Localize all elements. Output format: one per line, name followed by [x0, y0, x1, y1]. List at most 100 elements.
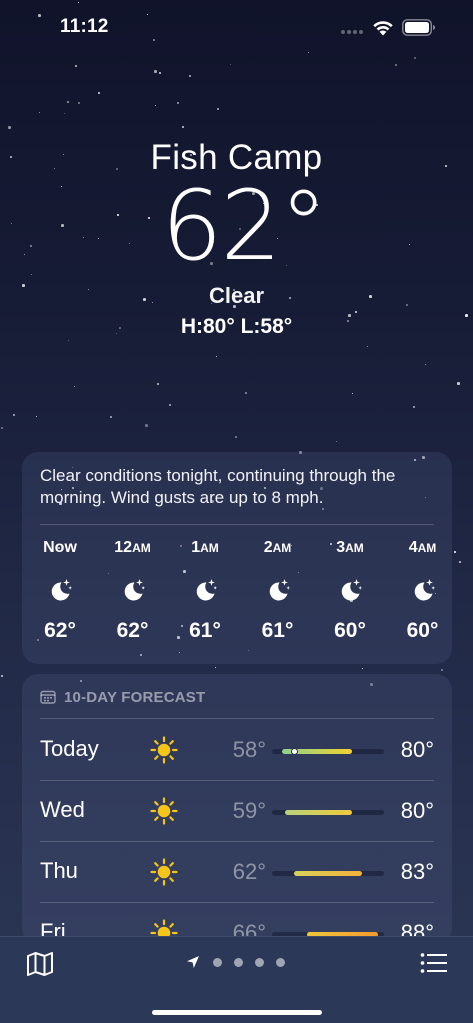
star [216, 356, 218, 358]
day-high-temperature: 80° [400, 737, 434, 762]
star [169, 404, 171, 406]
star [215, 667, 217, 669]
day-high-temperature: 83° [400, 859, 434, 884]
page-dot[interactable] [276, 957, 285, 967]
cellular-signal-icon [341, 30, 367, 36]
hour-label: 1AM [175, 539, 235, 557]
day-row[interactable]: Wed 59° 80° [22, 780, 452, 841]
hour-label: 4AM [393, 539, 453, 557]
star [36, 416, 38, 418]
hour-time: 1 [191, 539, 201, 556]
star [425, 364, 427, 366]
home-indicator[interactable] [152, 1010, 322, 1015]
star [230, 64, 232, 66]
high-low-temperature: H:80° L:58° [180, 315, 293, 338]
star [1, 675, 3, 677]
temperature-range-bar [272, 871, 384, 876]
star [182, 126, 184, 128]
hour-suffix: AM [132, 541, 151, 555]
day-row[interactable]: Today 58° 80° [22, 719, 452, 780]
hour-label: 12AM [103, 539, 163, 557]
star [39, 112, 41, 114]
map-icon[interactable] [26, 951, 54, 977]
star [367, 346, 369, 348]
hourly-forecast-card[interactable]: Clear conditions tonight, continuing thr… [22, 452, 452, 664]
day-row[interactable]: Thu 62° 83° [22, 841, 452, 902]
star [145, 424, 148, 427]
ten-day-forecast-title: 10-DAY FORECAST [64, 688, 206, 706]
hour-suffix: AM [272, 541, 292, 555]
bottom-toolbar [0, 936, 473, 1023]
current-condition: Clear [208, 283, 265, 308]
star [441, 669, 443, 671]
hour-time: 12 [114, 539, 133, 556]
star [64, 113, 66, 115]
moon-stars-icon [393, 577, 453, 603]
moon-stars-icon [103, 577, 163, 603]
day-low-temperature: 62° [232, 859, 266, 884]
star [157, 383, 159, 385]
hour-temperature: 62° [44, 619, 76, 642]
star [413, 406, 415, 408]
day-name: Thu [40, 858, 78, 883]
page-indicator[interactable] [186, 955, 297, 969]
star [75, 65, 77, 67]
sun-icon [150, 858, 178, 886]
temperature-range-bar [272, 748, 384, 755]
star [414, 57, 416, 59]
day-low-temperature: 59° [232, 798, 266, 823]
hour-suffix: AM [345, 541, 364, 555]
page-dot[interactable] [213, 957, 222, 967]
star [454, 551, 456, 553]
moon-stars-icon [30, 577, 90, 603]
battery-icon [402, 19, 435, 36]
weather-summary: Clear conditions tonight, continuing thr… [40, 466, 396, 507]
star [245, 392, 247, 394]
divider [40, 524, 434, 525]
star [154, 70, 157, 73]
star [395, 64, 397, 66]
calendar-icon [40, 690, 56, 704]
day-low-temperature: 58° [232, 737, 266, 762]
sun-icon [150, 736, 178, 764]
page-dot[interactable] [255, 957, 264, 967]
hour-temperature: 61° [189, 619, 221, 642]
list-icon[interactable] [420, 951, 448, 975]
ten-day-forecast-card[interactable]: 10-DAY FORECAST Today 58° 80° Wed 59° 80° Thu 6… [22, 674, 452, 944]
wifi-icon [373, 21, 393, 36]
hour-suffix: AM [417, 541, 437, 555]
star [362, 668, 364, 670]
sun-icon [150, 797, 178, 825]
star [336, 441, 338, 443]
hour-time: Now [43, 539, 77, 556]
star [235, 436, 237, 438]
hour-time: 3 [336, 539, 346, 556]
hour-temperature: 62° [116, 619, 149, 642]
star [457, 382, 460, 385]
star [177, 102, 179, 104]
temperature-range-fill [294, 871, 362, 876]
current-temperature-dot [290, 748, 298, 755]
current-weather-header: Fish Camp 62° Clear H:80° L:58° [0, 136, 473, 342]
ten-day-forecast-header: 10-DAY FORECAST [40, 688, 205, 706]
star [159, 72, 161, 74]
status-time: 11:12 [60, 16, 109, 37]
star [8, 126, 11, 129]
moon-stars-icon [175, 577, 235, 603]
star [155, 105, 157, 107]
star [189, 75, 191, 77]
moon-stars-icon [248, 577, 308, 603]
current-temperature: 62° [161, 170, 327, 282]
temperature-range-fill [284, 810, 352, 815]
star [459, 561, 461, 563]
star [13, 414, 15, 416]
hour-suffix: AM [200, 541, 219, 555]
star [67, 101, 69, 103]
day-name: Wed [40, 797, 85, 822]
hour-temperature: 60° [334, 619, 366, 642]
star [352, 393, 354, 395]
location-arrow-icon [187, 956, 199, 968]
temperature-range-bar [272, 810, 384, 815]
page-dot[interactable] [234, 957, 243, 967]
star [78, 102, 80, 104]
